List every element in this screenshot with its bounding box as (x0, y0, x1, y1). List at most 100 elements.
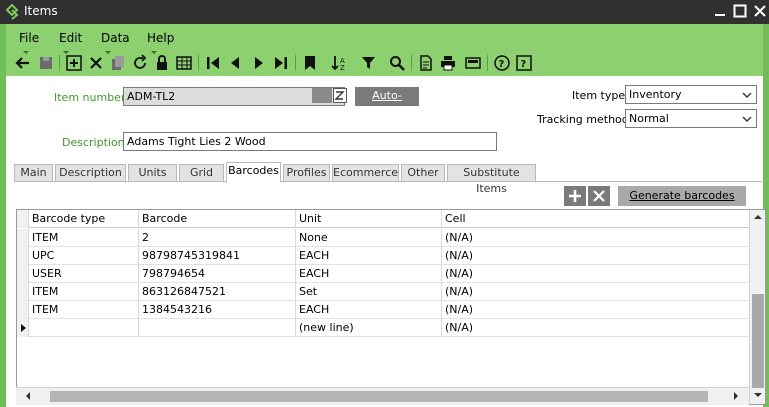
tab-profiles[interactable]: Profiles (283, 164, 330, 182)
row-selector[interactable] (17, 283, 29, 301)
column-header-barcode[interactable]: Barcode (139, 210, 296, 228)
generate-barcodes-button[interactable]: Generate barcodes (618, 186, 746, 206)
maximize-icon[interactable] (732, 3, 748, 19)
toolbar-separator (295, 55, 296, 71)
column-header-cell[interactable]: Cell (442, 210, 750, 228)
item-type-value: Inventory (629, 88, 682, 101)
app-chrome: File Edit Data Help AZ ? ? (0, 24, 769, 76)
tracking-method-select[interactable]: Normal (625, 109, 757, 128)
about-icon[interactable]: ? (515, 54, 533, 72)
barcode-type-cell[interactable]: USER (29, 265, 139, 283)
cell-cell[interactable]: (N/A) (442, 229, 750, 247)
unit-cell[interactable]: EACH (296, 247, 442, 265)
table-row[interactable]: ITEM 863126847521 Set (N/A) (17, 283, 750, 301)
barcode-cell[interactable]: 798794654 (139, 265, 296, 283)
unit-cell[interactable]: None (296, 229, 442, 247)
help-icon[interactable]: ? (493, 54, 511, 72)
sort-icon[interactable]: AZ (330, 54, 348, 72)
tab-main[interactable]: Main (14, 164, 53, 182)
barcode-type-cell[interactable]: ITEM (29, 301, 139, 319)
toolbar: AZ ? ? (12, 52, 762, 74)
tab-barcodes[interactable]: Barcodes (226, 162, 281, 183)
unit-cell[interactable]: (new line) (296, 319, 442, 337)
scroll-up-icon[interactable] (750, 210, 766, 224)
refresh-icon[interactable] (131, 54, 149, 72)
horizontal-scrollbar[interactable] (16, 387, 749, 405)
tab-description[interactable]: Description (55, 164, 126, 182)
cell-cell[interactable]: (N/A) (442, 319, 750, 337)
add-icon[interactable] (65, 54, 83, 72)
svg-text:?: ? (521, 59, 527, 70)
previous-record-icon[interactable] (226, 54, 244, 72)
print-icon[interactable] (439, 54, 457, 72)
auto-assign-button[interactable]: Auto-assign (355, 87, 419, 120)
lock-icon[interactable] (153, 54, 171, 72)
horizontal-scroll-thumb[interactable] (50, 391, 708, 402)
cell-cell[interactable]: (N/A) (442, 283, 750, 301)
bookmark-icon[interactable] (301, 54, 319, 72)
copy-icon[interactable] (109, 54, 127, 72)
vertical-scroll-thumb[interactable] (752, 294, 764, 388)
row-selector[interactable] (17, 247, 29, 265)
table-row[interactable]: UPC 98798745319841 EACH (N/A) (17, 247, 750, 265)
row-selector[interactable] (17, 265, 29, 283)
column-header-unit[interactable]: Unit (296, 210, 442, 228)
barcode-type-cell[interactable]: UPC (29, 247, 139, 265)
last-record-icon[interactable] (272, 54, 290, 72)
cell-cell[interactable]: (N/A) (442, 301, 750, 319)
barcode-cell[interactable]: 1384543216 (139, 301, 296, 319)
tab-other[interactable]: Other (401, 164, 445, 182)
minimize-icon[interactable] (712, 3, 728, 19)
table-row[interactable]: ITEM 2 None (N/A) (17, 229, 750, 247)
close-icon[interactable] (752, 3, 768, 19)
toolbar-separator (411, 55, 412, 71)
row-selector[interactable] (17, 229, 29, 247)
barcode-cell[interactable]: 2 (139, 229, 296, 247)
delete-row-button[interactable] (588, 186, 610, 206)
row-selector[interactable] (17, 319, 29, 337)
grid-icon[interactable] (175, 54, 193, 72)
close-icon (593, 190, 605, 202)
document-icon[interactable] (417, 54, 435, 72)
item-number-lookup[interactable] (312, 88, 332, 103)
vertical-scrollbar[interactable] (749, 210, 765, 404)
unit-cell[interactable]: Set (296, 283, 442, 301)
barcode-type-cell[interactable]: ITEM (29, 229, 139, 247)
delete-icon[interactable] (87, 54, 105, 72)
calculator-icon[interactable] (464, 54, 482, 72)
cell-cell[interactable]: (N/A) (442, 247, 750, 265)
barcode-cell[interactable]: 98798745319841 (139, 247, 296, 265)
add-row-button[interactable] (564, 186, 586, 206)
scroll-down-icon[interactable] (750, 388, 766, 402)
scroll-left-icon[interactable] (20, 388, 36, 404)
plus-icon (569, 190, 581, 202)
tracking-method-value: Normal (629, 112, 669, 125)
barcode-type-cell[interactable]: ITEM (29, 283, 139, 301)
description-field[interactable]: Adams Tight Lies 2 Wood (123, 132, 497, 151)
column-header-barcode-type[interactable]: Barcode type (29, 210, 139, 228)
first-record-icon[interactable] (204, 54, 222, 72)
unit-cell[interactable]: EACH (296, 301, 442, 319)
barcode-type-cell[interactable] (29, 319, 139, 337)
barcode-cell[interactable] (139, 319, 296, 337)
z-lookup-icon[interactable] (333, 88, 347, 103)
save-icon[interactable] (37, 54, 55, 72)
barcode-cell[interactable]: 863126847521 (139, 283, 296, 301)
search-icon[interactable] (388, 54, 406, 72)
tab-ecommerce[interactable]: Ecommerce (332, 164, 399, 182)
tab-grid[interactable]: Grid (179, 164, 224, 182)
next-record-icon[interactable] (250, 54, 268, 72)
unit-cell[interactable]: EACH (296, 265, 442, 283)
table-row[interactable]: USER 798794654 EACH (N/A) (17, 265, 750, 283)
table-row-new-line[interactable]: (new line) (N/A) (17, 319, 750, 337)
item-form: Item number ADM-TL2 Auto-assign Descript… (0, 76, 769, 407)
row-selector[interactable] (17, 301, 29, 319)
back-arrow-icon[interactable] (14, 54, 32, 72)
item-type-select[interactable]: Inventory (625, 85, 757, 104)
tab-substitute-items[interactable]: Substitute Items (447, 164, 536, 195)
table-row[interactable]: ITEM 1384543216 EACH (N/A) (17, 301, 750, 319)
tab-units[interactable]: Units (128, 164, 177, 182)
cell-cell[interactable]: (N/A) (442, 265, 750, 283)
filter-icon[interactable] (360, 54, 378, 72)
scroll-right-icon[interactable] (728, 388, 744, 404)
